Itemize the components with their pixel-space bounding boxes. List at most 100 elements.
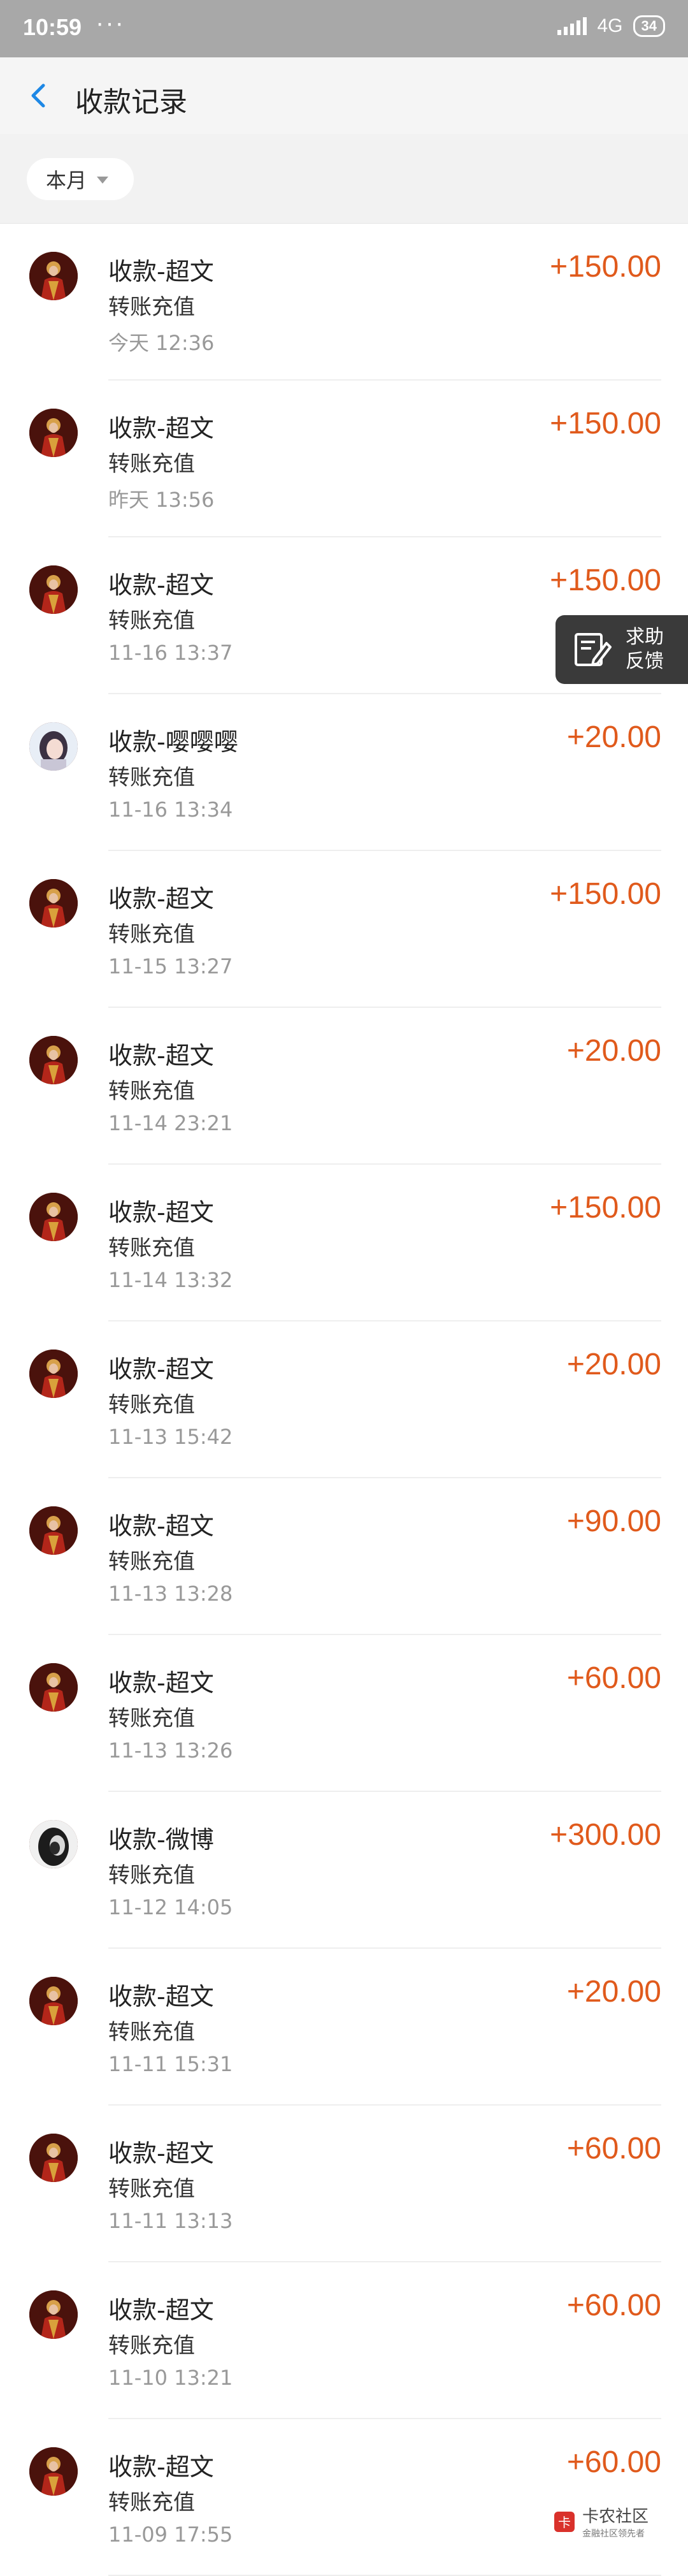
transaction-type: 转账充值 bbox=[108, 2333, 195, 2359]
transaction-type: 转账充值 bbox=[108, 1549, 195, 1575]
back-arrow-icon[interactable] bbox=[25, 82, 54, 110]
transaction-time: 11-11 13:13 bbox=[108, 2209, 233, 2233]
transaction-row[interactable]: 收款-超文 转账充值 11-11 13:13 +60.00 bbox=[0, 2106, 688, 2262]
transaction-amount: +150.00 bbox=[550, 407, 661, 440]
transaction-amount: +20.00 bbox=[566, 1975, 661, 2009]
transaction-title: 收款-超文 bbox=[108, 1669, 214, 1697]
transaction-row[interactable]: 收款-超文转账充值 11-14 23:21 +20.00 bbox=[0, 1008, 688, 1165]
transaction-row[interactable]: 收款-超文转账充值 11-09 17:55 +60.00 bbox=[0, 2419, 688, 2576]
avatar bbox=[29, 2290, 78, 2339]
transaction-type: 转账充值 bbox=[108, 765, 195, 790]
network-type: 4G bbox=[597, 15, 623, 36]
transaction-time: 11-12 14:05 bbox=[108, 1895, 233, 1919]
transaction-row[interactable]: 收款-超文 转账充值 11-13 13:28 +90.00 bbox=[0, 1478, 688, 1635]
transaction-title: 收款-微博 bbox=[108, 1826, 214, 1854]
transaction-title: 收款-超文 bbox=[108, 258, 214, 286]
transaction-title: 收款-超文 bbox=[108, 885, 214, 913]
nav-bar: 收款记录 bbox=[0, 57, 688, 134]
avatar bbox=[29, 1977, 78, 2025]
transaction-amount: +60.00 bbox=[566, 2132, 661, 2165]
avatar bbox=[29, 1193, 78, 1241]
transaction-time: 11-14 13:32 bbox=[108, 1268, 233, 1292]
transaction-title: 收款-超文 bbox=[108, 1198, 214, 1226]
transaction-amount: +60.00 bbox=[566, 2445, 661, 2479]
transaction-type: 转账充值 bbox=[108, 608, 195, 634]
transaction-row[interactable]: 收款-超文转账充值今天 12:36 +150.00 bbox=[0, 224, 688, 381]
transaction-time: 11-14 23:21 bbox=[108, 1111, 233, 1135]
avatar bbox=[29, 409, 78, 457]
transaction-amount: +150.00 bbox=[550, 1191, 661, 1225]
battery-level: 34 bbox=[641, 18, 657, 34]
avatar bbox=[29, 1663, 78, 1712]
transaction-title: 收款-超文 bbox=[108, 1355, 214, 1383]
transaction-amount: +20.00 bbox=[566, 720, 661, 754]
more-notifications-icon: ··· bbox=[96, 9, 125, 37]
avatar bbox=[29, 722, 78, 771]
transaction-amount: +150.00 bbox=[550, 564, 661, 597]
transaction-row[interactable]: 收款-超文 转账充值 11-13 13:26 +60.00 bbox=[0, 1635, 688, 1792]
transaction-row[interactable]: 收款-微博转账充值 11-12 14:05 +300.00 bbox=[0, 1792, 688, 1949]
transaction-amount: +20.00 bbox=[566, 1034, 661, 1068]
svg-text:卡: 卡 bbox=[558, 2515, 571, 2530]
month-filter-dropdown[interactable]: 本月 bbox=[27, 158, 134, 200]
status-right: 4G 34 bbox=[557, 15, 665, 37]
watermark: 卡 卡农社区 金融社区领先者 bbox=[552, 2503, 649, 2540]
transaction-amount: +60.00 bbox=[566, 2289, 661, 2322]
transaction-title: 收款-超文 bbox=[108, 1042, 214, 1070]
transaction-time: 11-13 15:42 bbox=[108, 1425, 233, 1449]
chevron-down-icon bbox=[97, 176, 109, 184]
transaction-type: 转账充值 bbox=[108, 451, 195, 477]
transaction-type: 转账充值 bbox=[108, 1863, 195, 1888]
transaction-type: 转账充值 bbox=[108, 2176, 195, 2202]
transaction-time: 11-16 13:37 bbox=[108, 641, 233, 665]
avatar bbox=[29, 1350, 78, 1398]
transaction-type: 转账充值 bbox=[108, 1392, 195, 1418]
avatar bbox=[29, 1506, 78, 1555]
transaction-amount: +300.00 bbox=[550, 1818, 661, 1852]
transaction-title: 收款-超文 bbox=[108, 2453, 214, 2481]
watermark-subtitle: 金融社区领先者 bbox=[582, 2529, 645, 2539]
transaction-title: 收款-超文 bbox=[108, 414, 214, 442]
page-title: 收款记录 bbox=[75, 86, 187, 119]
transaction-title: 收款-超文 bbox=[108, 571, 214, 599]
avatar bbox=[29, 879, 78, 928]
transaction-time: 11-10 13:21 bbox=[108, 2366, 233, 2390]
transaction-row[interactable]: 收款-超文 转账充值 11-14 13:32 +150.00 bbox=[0, 1165, 688, 1321]
avatar bbox=[29, 565, 78, 614]
transaction-time: 11-09 17:55 bbox=[108, 2522, 233, 2547]
help-feedback-button[interactable]: 求助 反馈 bbox=[555, 615, 688, 684]
transaction-time: 11-16 13:34 bbox=[108, 797, 233, 822]
battery-icon: 34 bbox=[633, 15, 665, 37]
transaction-row[interactable]: 收款-超文转账充值 11-10 13:21 +60.00 bbox=[0, 2262, 688, 2419]
watermark-logo-icon: 卡 bbox=[554, 2511, 575, 2532]
transaction-type: 转账充值 bbox=[108, 1079, 195, 1104]
transaction-amount: +90.00 bbox=[566, 1504, 661, 1538]
avatar bbox=[29, 2134, 78, 2182]
transaction-time: 11-11 15:31 bbox=[108, 2052, 233, 2076]
transaction-time: 11-13 13:26 bbox=[108, 1738, 233, 1763]
transaction-row[interactable]: 收款-超文转账充值 11-11 15:31 +20.00 bbox=[0, 1949, 688, 2106]
transaction-row[interactable]: 收款-嘤嘤嘤 转账充值 11-16 13:34 +20.00 bbox=[0, 694, 688, 851]
transaction-title: 收款-超文 bbox=[108, 1983, 214, 2011]
help-label-line2: 反馈 bbox=[626, 650, 664, 673]
transaction-row[interactable]: 收款-超文 转账充值 11-15 13:27 +150.00 bbox=[0, 851, 688, 1008]
avatar bbox=[29, 252, 78, 300]
transaction-title: 收款-嘤嘤嘤 bbox=[108, 728, 238, 756]
status-time: 10:59 bbox=[23, 14, 82, 40]
watermark-title: 卡农社区 bbox=[582, 2507, 649, 2526]
avatar bbox=[29, 2447, 78, 2496]
transaction-row[interactable]: 收款-超文 转账充值 昨天 13:56 +150.00 bbox=[0, 381, 688, 537]
transaction-title: 收款-超文 bbox=[108, 2296, 214, 2324]
filter-bar: 本月 bbox=[0, 134, 688, 224]
transaction-amount: +150.00 bbox=[550, 250, 661, 284]
transaction-row[interactable]: 收款-超文 转账充值 11-13 15:42 +20.00 bbox=[0, 1321, 688, 1478]
transaction-time: 11-13 13:28 bbox=[108, 1582, 233, 1606]
transaction-type: 转账充值 bbox=[108, 295, 195, 320]
transaction-type: 转账充值 bbox=[108, 2490, 195, 2515]
transaction-type: 转账充值 bbox=[108, 2019, 195, 2045]
transaction-amount: +150.00 bbox=[550, 877, 661, 911]
help-label-line1: 求助 bbox=[626, 626, 664, 648]
transaction-type: 转账充值 bbox=[108, 1706, 195, 1731]
avatar bbox=[29, 1036, 78, 1084]
transaction-time: 今天 12:36 bbox=[108, 331, 215, 355]
